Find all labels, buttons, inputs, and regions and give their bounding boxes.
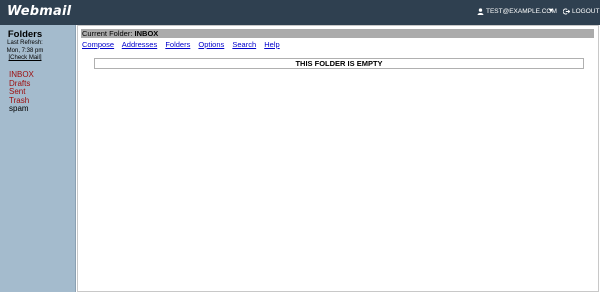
nav-search[interactable]: Search [232,40,256,49]
last-refresh-label: Last Refresh: [7,40,43,46]
nav-links: Compose Addresses Folders Options Search… [82,40,286,49]
caret-down-icon[interactable] [548,8,554,15]
current-folder-label: Current Folder: [82,29,133,38]
nav-compose[interactable]: Compose [82,40,114,49]
nav-options[interactable]: Options [198,40,224,49]
message-list-pane: Current Folder: INBOX Compose Addresses … [77,25,599,292]
logout-label: LOGOUT [572,8,600,15]
user-menu[interactable]: TEST@EXAMPLE.COM [477,8,557,15]
nav-addresses[interactable]: Addresses [122,40,157,49]
logout-icon [563,8,570,15]
current-folder-name: INBOX [134,29,159,38]
top-bar: Webmail TEST@EXAMPLE.COM LOGOUT [0,0,600,25]
folder-list: INBOX Drafts Sent Trash spam [9,70,34,114]
folder-sidebar: Folders Last Refresh: Mon, 7:38 pm [Chec… [0,25,76,292]
last-refresh: Last Refresh: Mon, 7:38 pm [Check Mail] [0,40,50,63]
empty-folder-message: THIS FOLDER IS EMPTY [94,58,584,69]
user-email: TEST@EXAMPLE.COM [486,8,557,15]
check-mail-link[interactable]: [Check Mail] [0,55,50,63]
user-icon [477,8,484,15]
webmail-logo[interactable]: Webmail [7,4,71,19]
nav-folders[interactable]: Folders [165,40,190,49]
current-folder-bar: Current Folder: INBOX [81,29,594,38]
folders-heading: Folders [7,29,43,40]
nav-help[interactable]: Help [264,40,279,49]
logout-button[interactable]: LOGOUT [563,8,599,15]
folder-spam[interactable]: spam [9,105,34,114]
last-refresh-time: Mon, 7:38 pm [6,47,44,54]
